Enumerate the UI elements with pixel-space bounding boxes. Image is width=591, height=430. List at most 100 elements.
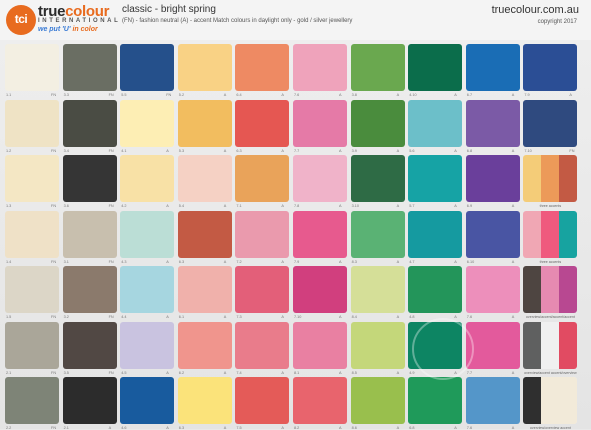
color-swatch[interactable] [177,321,232,369]
color-swatch[interactable] [408,99,463,147]
color-swatch[interactable] [62,321,117,369]
color-swatch[interactable] [177,377,232,424]
swatch-number: 3.4 [63,148,69,153]
color-swatch[interactable] [120,155,175,202]
site-url: truecolour.com.au [491,4,579,16]
color-swatch[interactable] [120,44,175,91]
swatch-tag: A [396,370,400,375]
swatch-number: 4.3 [121,259,127,264]
swatch-number: 7.3 [236,315,242,319]
brand-name: truecolour [38,4,109,19]
color-swatch[interactable] [235,99,290,147]
color-swatch[interactable] [350,210,405,258]
swatch-number: 7.6 [294,93,300,97]
color-swatch[interactable] [62,210,117,258]
swatch-tag: FN [108,93,114,97]
color-swatch[interactable] [293,155,347,202]
color-swatch[interactable] [465,99,520,147]
accent-caption: overview/accent accent/overview [524,370,577,375]
color-swatch[interactable] [293,99,347,147]
swatch-number: 5.4 [178,204,185,208]
color-swatch[interactable] [408,210,463,258]
swatch-tag: A [166,370,169,375]
color-swatch[interactable] [293,266,347,313]
swatch-tag: FN [51,93,57,97]
swatch-tag: A [166,148,169,153]
swatch-number: 8.5 [351,370,357,375]
color-swatch[interactable] [350,377,405,424]
swatch-tag: A [454,148,457,153]
color-swatch[interactable] [120,377,175,424]
color-swatch[interactable] [350,266,405,313]
color-swatch[interactable] [465,155,520,202]
color-swatch[interactable] [408,266,463,313]
swatch-number: 1.3 [6,204,12,208]
swatch-tag: A [454,259,457,264]
swatch-number: 6.10 [466,259,475,264]
swatch-number: 7.7 [466,370,473,375]
swatch-tag: A [223,426,227,430]
color-swatch[interactable] [177,266,232,313]
swatch-tag: A [166,259,169,264]
color-swatch[interactable] [465,266,520,313]
color-swatch[interactable] [293,321,347,369]
color-swatch[interactable] [235,266,290,313]
color-swatch[interactable] [350,44,405,91]
color-swatch[interactable] [523,99,578,147]
color-swatch[interactable] [465,210,520,258]
color-swatch[interactable] [235,155,290,202]
brand-sub: INTERNATIONAL [38,18,121,24]
color-swatch[interactable] [5,155,59,202]
swatch-tag: A [108,426,112,430]
color-swatch[interactable] [293,44,347,91]
color-swatch[interactable] [293,377,347,424]
color-swatch[interactable] [465,44,520,91]
swatch-number: 8.2 [294,426,300,430]
swatch-tag: FN [51,370,57,375]
color-swatch[interactable] [120,99,175,147]
color-swatch[interactable] [465,321,520,369]
swatch-number: 6.8 [466,148,473,153]
accent-stripe [541,210,560,258]
color-swatch[interactable] [235,44,290,91]
swatch-number: 4.7 [409,259,415,264]
color-swatch[interactable] [177,44,232,91]
color-swatch[interactable] [465,377,520,424]
color-swatch[interactable] [62,266,117,313]
color-swatch[interactable] [5,266,59,313]
color-swatch[interactable] [523,44,578,91]
color-swatch[interactable] [62,99,117,147]
color-swatch[interactable] [408,377,463,424]
color-swatch[interactable] [5,210,59,258]
color-swatch[interactable] [62,44,117,91]
color-swatch[interactable] [120,266,175,313]
color-swatch[interactable] [350,321,405,369]
color-swatch[interactable] [5,99,59,147]
swatch-number: 8.6 [351,426,357,430]
color-swatch[interactable] [5,44,59,91]
color-swatch[interactable] [177,210,232,258]
color-swatch[interactable] [350,99,405,147]
color-swatch[interactable] [235,377,290,424]
swatch-number: 7.6 [466,315,473,319]
color-swatch[interactable] [293,210,347,258]
color-swatch[interactable] [350,155,405,202]
swatch-number: 5.3 [178,148,185,153]
color-swatch[interactable] [235,321,290,369]
swatch-number: 1.2 [6,148,12,153]
swatch-tag: A [281,204,284,208]
color-swatch[interactable] [177,99,232,147]
color-swatch[interactable] [120,321,175,369]
color-swatch[interactable] [235,210,290,258]
color-swatch[interactable] [62,155,117,202]
color-swatch[interactable] [408,155,463,202]
swatch-number: 4.5 [121,370,127,375]
color-swatch[interactable] [120,210,175,258]
color-swatch[interactable] [408,44,463,91]
swatch-tag: FN [108,370,114,375]
color-swatch[interactable] [177,155,232,202]
accent-stripe [559,210,578,258]
color-swatch[interactable] [5,321,59,369]
color-swatch[interactable] [5,377,59,424]
color-swatch[interactable] [62,377,117,424]
